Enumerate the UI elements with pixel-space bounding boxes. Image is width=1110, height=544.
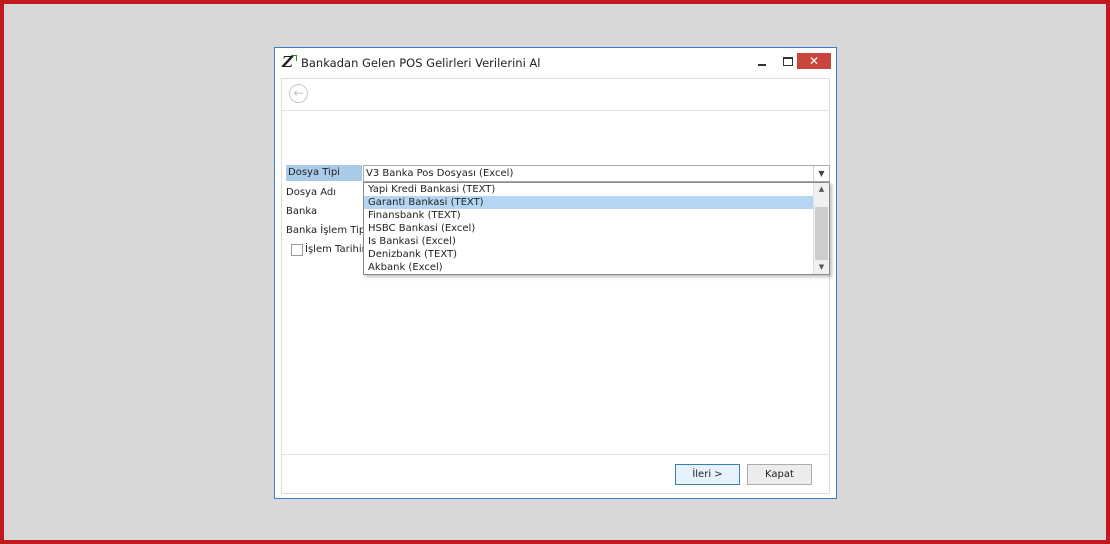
- back-button[interactable]: ←: [289, 84, 308, 103]
- arrow-left-circle-icon: ←: [293, 86, 304, 100]
- toolbar: ←: [282, 79, 829, 111]
- chevron-up-icon[interactable]: ▲: [814, 183, 829, 196]
- dropdown-item[interactable]: Finansbank (TEXT): [364, 209, 813, 222]
- dosya-tipi-combo[interactable]: V3 Banka Pos Dosyası (Excel) ▼: [363, 165, 830, 182]
- chevron-down-icon[interactable]: ▼: [814, 261, 829, 274]
- dosya-adi-label: Dosya Adı: [286, 187, 337, 198]
- close-button[interactable]: ✕: [797, 53, 831, 69]
- dropdown-item[interactable]: Denizbank (TEXT): [364, 248, 813, 261]
- dropdown-item[interactable]: Yapi Kredi Bankasi (TEXT): [364, 183, 813, 196]
- dosya-tipi-label: Dosya Tipi: [286, 165, 362, 181]
- next-button[interactable]: İleri >: [675, 464, 740, 485]
- dropdown-scrollbar[interactable]: ▲ ▼: [813, 183, 829, 274]
- scrollbar-thumb[interactable]: [815, 207, 828, 260]
- footer-divider: [282, 454, 829, 455]
- z-logo-icon: Z: [282, 54, 298, 70]
- window-title: Bankadan Gelen POS Gelirleri Verilerini …: [301, 56, 541, 70]
- banka-islem-tipi-label: Banka İşlem Tipi: [286, 225, 368, 236]
- dosya-tipi-dropdown-list: Yapi Kredi Bankasi (TEXT) Garanti Bankas…: [363, 182, 830, 275]
- dropdown-item-selected[interactable]: Garanti Bankasi (TEXT): [364, 196, 813, 209]
- dialog-content: ← Dosya Tipi V3 Banka Pos Dosyası (Excel…: [281, 78, 830, 494]
- dropdown-item[interactable]: Akbank (Excel): [364, 261, 813, 274]
- dosya-tipi-value: V3 Banka Pos Dosyası (Excel): [366, 168, 514, 179]
- dropdown-item[interactable]: Is Bankasi (Excel): [364, 235, 813, 248]
- close-dialog-button[interactable]: Kapat: [747, 464, 812, 485]
- islem-tarihi-checkbox[interactable]: [291, 244, 303, 256]
- minimize-button[interactable]: [751, 53, 773, 71]
- maximize-button[interactable]: [777, 53, 799, 71]
- dropdown-item[interactable]: HSBC Bankasi (Excel): [364, 222, 813, 235]
- dialog-window: Z Bankadan Gelen POS Gelirleri Verilerin…: [274, 47, 837, 499]
- banka-label: Banka: [286, 206, 318, 217]
- title-bar: Z Bankadan Gelen POS Gelirleri Verilerin…: [275, 48, 836, 78]
- dropdown-items: Yapi Kredi Bankasi (TEXT) Garanti Bankas…: [364, 183, 813, 274]
- close-icon: ✕: [808, 54, 820, 68]
- chevron-down-icon[interactable]: ▼: [813, 166, 829, 181]
- islem-tarihi-label: İşlem Tarihin: [305, 244, 368, 255]
